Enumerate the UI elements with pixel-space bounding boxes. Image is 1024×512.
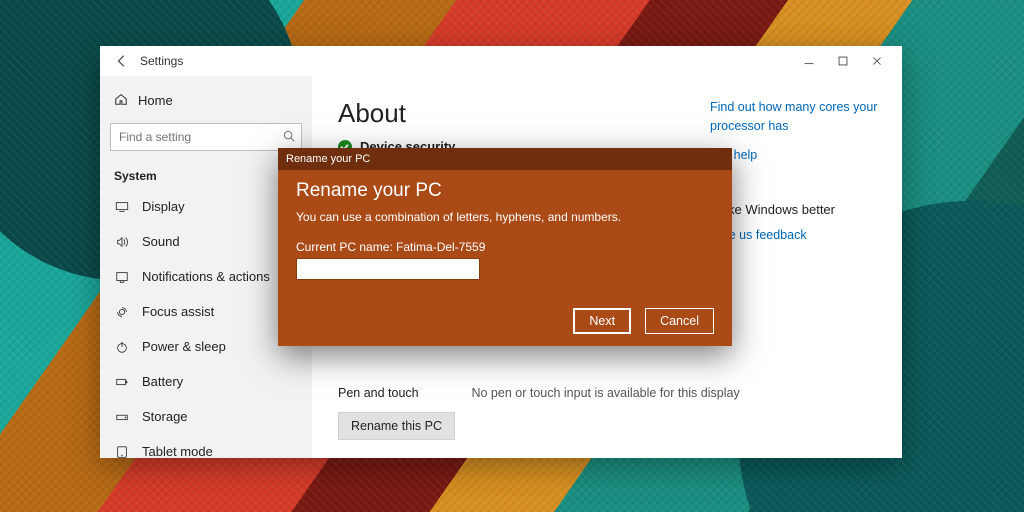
home-icon [114, 92, 128, 109]
titlebar: Settings [100, 46, 902, 76]
link-find-cores[interactable]: Find out how many cores your processor h… [710, 98, 880, 136]
dialog-titlebar-text: Rename your PC [286, 153, 370, 165]
sidebar-home-label: Home [138, 93, 173, 108]
power-icon [114, 340, 130, 354]
maximize-button[interactable] [826, 46, 860, 76]
sidebar-item-label: Sound [142, 234, 180, 249]
maximize-icon [836, 54, 850, 68]
cancel-button-label: Cancel [660, 314, 699, 328]
minimize-button[interactable] [792, 46, 826, 76]
sound-icon [114, 235, 130, 249]
cancel-button[interactable]: Cancel [645, 308, 714, 334]
dialog-heading: Rename your PC [296, 180, 714, 202]
sidebar-item-storage[interactable]: Storage [100, 399, 312, 434]
link-get-help[interactable]: Get help [710, 146, 880, 165]
sidebar-item-tablet-mode[interactable]: Tablet mode [100, 434, 312, 458]
pen-touch-label: Pen and touch [338, 386, 468, 400]
pen-touch-value: No pen or touch input is available for t… [471, 386, 739, 400]
sidebar-item-label: Focus assist [142, 304, 214, 319]
dialog-current-name-label: Current PC name: Fatima-Del-7559 [296, 240, 714, 254]
focus-assist-icon [114, 305, 130, 319]
pen-touch-row: Pen and touch No pen or touch input is a… [338, 386, 876, 400]
sidebar-home[interactable]: Home [100, 82, 312, 119]
battery-icon [114, 375, 130, 389]
back-button[interactable] [108, 54, 136, 68]
pc-name-input[interactable] [296, 258, 480, 280]
tablet-icon [114, 445, 130, 459]
sidebar-item-battery[interactable]: Battery [100, 364, 312, 399]
notifications-icon [114, 270, 130, 284]
next-button[interactable]: Next [573, 308, 631, 334]
next-button-label: Next [589, 314, 615, 328]
close-icon [870, 54, 884, 68]
sidebar-item-label: Battery [142, 374, 183, 389]
storage-icon [114, 410, 130, 424]
close-button[interactable] [860, 46, 894, 76]
window-controls [792, 46, 894, 76]
right-links: Find out how many cores your processor h… [710, 98, 880, 255]
window-title: Settings [140, 54, 183, 68]
right-subhead: Make Windows better [710, 200, 880, 220]
arrow-left-icon [115, 54, 129, 68]
dialog-description: You can use a combination of letters, hy… [296, 210, 714, 224]
dialog-titlebar: Rename your PC [278, 148, 732, 170]
search-icon [282, 129, 296, 146]
minimize-icon [802, 54, 816, 68]
rename-this-pc-button[interactable]: Rename this PC [338, 412, 455, 440]
sidebar-item-label: Notifications & actions [142, 269, 270, 284]
sidebar-item-label: Storage [142, 409, 188, 424]
display-icon [114, 200, 130, 214]
sidebar-item-label: Tablet mode [142, 444, 213, 458]
sidebar-item-label: Display [142, 199, 185, 214]
rename-pc-dialog: Rename your PC Rename your PC You can us… [278, 148, 732, 346]
link-give-feedback[interactable]: Give us feedback [710, 226, 880, 245]
sidebar-item-label: Power & sleep [142, 339, 226, 354]
search-input[interactable] [110, 123, 302, 151]
sidebar-search [110, 123, 302, 151]
